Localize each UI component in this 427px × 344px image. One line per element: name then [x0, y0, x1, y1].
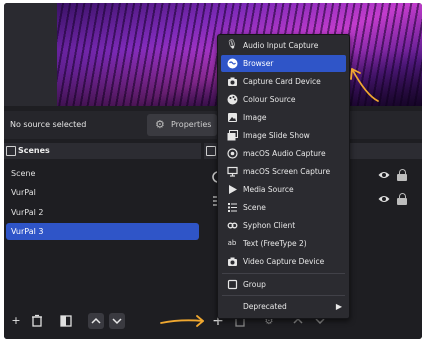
- list-icon: [226, 202, 238, 213]
- no-source-label: No source selected: [10, 120, 87, 129]
- menu-separator: [222, 295, 345, 296]
- menu-item-label: Text (FreeType 2): [243, 239, 307, 248]
- lock-icon[interactable]: [397, 169, 407, 181]
- slideshow-icon: [226, 130, 238, 141]
- lock-icon[interactable]: [397, 193, 407, 205]
- menu-item-media-source[interactable]: Media Source: [221, 181, 346, 198]
- move-scene-up-button[interactable]: [88, 313, 104, 329]
- properties-button[interactable]: ⚙ Properties: [147, 114, 217, 136]
- menu-item-image[interactable]: Image: [221, 109, 346, 126]
- scene-item[interactable]: VurPal 2: [6, 204, 199, 221]
- menu-item-video-capture-device[interactable]: Video Capture Device: [221, 253, 346, 270]
- scene-label: VurPal 3: [11, 227, 44, 236]
- microphone-icon: 🎙: [226, 40, 238, 50]
- annotation-arrow-icon: [160, 315, 204, 327]
- scene-item[interactable]: VurPal: [6, 184, 199, 201]
- dock-icon[interactable]: [206, 146, 216, 156]
- submenu-arrow-icon: ▶: [335, 302, 342, 311]
- menu-item-deprecated[interactable]: Deprecated ▶: [221, 298, 346, 315]
- visibility-eye-icon[interactable]: [378, 193, 390, 205]
- annotation-arrow-icon: [350, 68, 379, 102]
- text-icon: ab: [227, 239, 237, 247]
- menu-item-macos-screen-capture[interactable]: macOS Screen Capture: [221, 163, 346, 180]
- properties-label: Properties: [171, 120, 212, 129]
- menu-item-label: Syphon Client: [243, 221, 296, 230]
- scene-item[interactable]: Scene: [6, 165, 199, 182]
- menu-item-label: Scene: [243, 203, 266, 212]
- chevron-up-icon: [91, 317, 101, 324]
- scene-label: Scene: [11, 169, 36, 178]
- menu-item-group[interactable]: Group: [221, 276, 346, 293]
- move-scene-down-button[interactable]: [109, 313, 125, 329]
- dock-icon[interactable]: [6, 146, 16, 156]
- menu-item-macos-audio-capture[interactable]: macOS Audio Capture: [221, 145, 346, 162]
- monitor-icon: [226, 166, 238, 177]
- globe-icon: [226, 58, 238, 69]
- add-scene-button[interactable]: +: [8, 313, 24, 329]
- scene-label: VurPal 2: [11, 208, 44, 217]
- menu-item-label: Image: [243, 113, 267, 122]
- camera-icon: [226, 256, 238, 267]
- visibility-eye-icon[interactable]: [378, 169, 390, 181]
- scenes-panel: Scenes Scene VurPal VurPal 2 VurPal 3 +: [4, 143, 201, 339]
- chevron-down-icon: [112, 318, 122, 325]
- trash-icon: [32, 314, 42, 327]
- menu-item-browser[interactable]: Browser: [221, 55, 346, 72]
- menu-item-capture-card-device[interactable]: Capture Card Device: [221, 73, 346, 90]
- menu-item-label: macOS Screen Capture: [243, 167, 331, 176]
- scenes-header: Scenes: [4, 143, 201, 159]
- menu-separator: [222, 273, 345, 274]
- menu-item-label: Group: [243, 280, 266, 289]
- scene-filters-button[interactable]: [58, 313, 74, 329]
- menu-item-label: Image Slide Show: [243, 131, 310, 140]
- menu-item-scene[interactable]: Scene: [221, 199, 346, 216]
- scene-label: VurPal: [11, 188, 36, 197]
- folder-icon: [226, 279, 238, 290]
- scenes-title: Scenes: [18, 146, 50, 155]
- menu-item-label: Colour Source: [243, 95, 296, 104]
- gear-icon: ⚙: [155, 118, 165, 131]
- obs-window: No source selected ⚙ Properties Scenes S…: [4, 3, 422, 339]
- play-icon: [226, 184, 238, 195]
- menu-item-label: Browser: [243, 59, 274, 68]
- image-icon: [226, 112, 238, 123]
- palette-icon: [226, 94, 238, 105]
- menu-item-label: macOS Audio Capture: [243, 149, 326, 158]
- filter-icon: [60, 315, 72, 327]
- link-icon: [226, 220, 238, 231]
- add-source-menu: 🎙 Audio Input Capture Browser Capture Ca…: [217, 34, 350, 319]
- camera-icon: [226, 76, 238, 87]
- preview-side-panel: [4, 3, 57, 106]
- remove-scene-button[interactable]: [29, 313, 45, 329]
- menu-item-syphon-client[interactable]: Syphon Client: [221, 217, 346, 234]
- menu-item-text-freetype-2[interactable]: ab Text (FreeType 2): [221, 235, 346, 252]
- scene-item-selected[interactable]: VurPal 3: [6, 223, 199, 240]
- menu-item-label: Capture Card Device: [243, 77, 321, 86]
- menu-item-image-slide-show[interactable]: Image Slide Show: [221, 127, 346, 144]
- menu-item-label: Deprecated: [243, 302, 287, 311]
- menu-item-audio-input-capture[interactable]: 🎙 Audio Input Capture: [221, 37, 346, 54]
- menu-item-colour-source[interactable]: Colour Source: [221, 91, 346, 108]
- add-icon: +: [11, 314, 21, 327]
- menu-item-label: Media Source: [243, 185, 294, 194]
- menu-item-label: Video Capture Device: [243, 257, 325, 266]
- audio-icon: [226, 148, 238, 159]
- menu-item-label: Audio Input Capture: [243, 41, 319, 50]
